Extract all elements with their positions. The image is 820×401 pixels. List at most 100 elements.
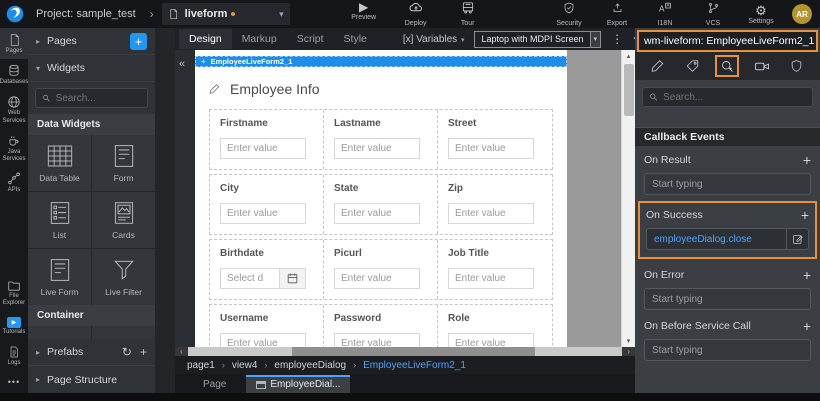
preview-button[interactable]: ▶ Preview <box>346 1 382 27</box>
widget-tile-container-stack[interactable] <box>92 326 155 339</box>
scroll-down-icon[interactable]: ▾ <box>627 335 631 347</box>
widget-tile-data-table[interactable]: Data Table <box>28 135 91 191</box>
form-field-city[interactable]: City <box>210 175 324 234</box>
breadcrumb-employeeliveform[interactable]: EmployeeLiveForm2_1 <box>363 360 466 371</box>
add-page-button[interactable]: + <box>130 33 147 50</box>
form-field-birthdate[interactable]: Birthdate <box>210 240 324 299</box>
form-field-state[interactable]: State <box>324 175 438 234</box>
rail-item-apis[interactable]: APIs <box>0 167 28 198</box>
horizontal-scrollbar[interactable]: ‹ › <box>175 347 635 356</box>
rail-item-logs[interactable]: Logs <box>0 340 28 371</box>
widgets-section-header[interactable]: ▾ Widgets <box>28 55 155 82</box>
calendar-button[interactable] <box>280 268 306 289</box>
deploy-button[interactable]: Deploy <box>398 1 434 27</box>
i18n-button[interactable]: A I18N <box>648 1 682 27</box>
tab-style[interactable]: Style <box>334 29 377 49</box>
page-structure-header[interactable]: ▸ Page Structure <box>28 366 155 393</box>
more-options-icon[interactable]: ••• <box>8 371 20 393</box>
design-canvas-page[interactable]: + EmployeeLiveForm2_1 Employee Info Firs… <box>195 50 567 347</box>
devices-tab-button[interactable] <box>750 55 774 77</box>
on-result-input[interactable] <box>644 173 811 195</box>
breadcrumb-employeedialog[interactable]: employeeDialog <box>274 360 346 371</box>
form-field-picurl[interactable]: Picurl <box>324 240 438 299</box>
events-tab-button[interactable] <box>715 55 739 77</box>
add-on-before-service-call-button[interactable]: + <box>803 319 811 333</box>
picurl-input[interactable] <box>334 268 420 289</box>
bottom-tab-employeedialog[interactable]: EmployeeDial... <box>246 375 350 393</box>
page-selector[interactable]: liveform ▾ <box>162 3 290 25</box>
add-prefab-button[interactable]: + <box>140 345 147 359</box>
add-on-result-button[interactable]: + <box>803 153 811 167</box>
add-on-success-button[interactable]: + <box>801 208 809 222</box>
tab-markup[interactable]: Markup <box>232 29 287 49</box>
widget-tile-container-grid[interactable] <box>28 326 91 339</box>
widget-tile-form[interactable]: Form <box>92 135 155 191</box>
form-field-firstname[interactable]: Firstname <box>210 110 324 169</box>
user-avatar[interactable]: AR <box>792 4 812 24</box>
settings-button[interactable]: ⚙ Settings <box>744 4 778 25</box>
prefabs-section-header[interactable]: ▸ Prefabs ↻ + <box>28 339 155 366</box>
widget-tile-list[interactable]: List <box>28 192 91 248</box>
edit-on-success-button[interactable] <box>786 229 808 249</box>
username-input[interactable] <box>220 333 306 347</box>
city-input[interactable] <box>220 203 306 224</box>
markup-tab-button[interactable] <box>646 55 670 77</box>
on-error-input[interactable] <box>644 288 811 310</box>
horizontal-scroll-thumb[interactable] <box>292 347 535 356</box>
breadcrumb-view4[interactable]: view4 <box>232 360 258 371</box>
rail-item-file-explorer[interactable]: File Explorer <box>0 274 28 311</box>
tour-button[interactable]: Tour <box>450 1 486 27</box>
scroll-right-icon[interactable]: › <box>622 347 635 356</box>
form-field-password[interactable]: Password <box>324 305 438 347</box>
selected-widget-bar[interactable]: + EmployeeLiveForm2_1 <box>195 56 567 67</box>
widget-tile-live-form[interactable]: Live Form <box>28 249 91 305</box>
form-field-username[interactable]: Username <box>210 305 324 347</box>
add-on-error-button[interactable]: + <box>803 268 811 282</box>
firstname-input[interactable] <box>220 138 306 159</box>
vertical-scrollbar[interactable]: ▴ ▾ <box>621 50 635 347</box>
form-field-lastname[interactable]: Lastname <box>324 110 438 169</box>
device-select[interactable]: Laptop with MDPI Screen ▾ <box>474 31 601 48</box>
on-before-service-call-input[interactable] <box>644 339 811 361</box>
security-tab-button[interactable] <box>785 55 809 77</box>
lastname-input[interactable] <box>334 138 420 159</box>
widget-tile-live-filter[interactable]: Live Filter <box>92 249 155 305</box>
rail-item-pages[interactable]: Pages <box>0 28 28 59</box>
refresh-prefabs-icon[interactable]: ↻ <box>122 345 132 359</box>
kebab-menu-icon[interactable]: ⋮ <box>611 32 623 46</box>
tab-design[interactable]: Design <box>179 29 232 49</box>
rail-item-java-services[interactable]: Java Services <box>0 129 28 167</box>
zip-input[interactable] <box>448 203 534 224</box>
state-input[interactable] <box>334 203 420 224</box>
canvas-drop-zone[interactable] <box>567 50 621 347</box>
bottom-tab-page[interactable]: Page <box>189 376 240 393</box>
role-input[interactable] <box>448 333 534 347</box>
rail-item-tutorials[interactable]: ▶ Tutorials <box>0 312 28 340</box>
form-field-zip[interactable]: Zip <box>438 175 552 234</box>
variables-button[interactable]: [x] Variables ▾ <box>403 34 465 45</box>
scroll-left-icon[interactable]: ‹ <box>175 347 188 356</box>
pages-section-header[interactable]: ▸ Pages + <box>28 28 155 55</box>
collapse-left-panel-icon[interactable]: « <box>179 58 185 70</box>
rail-item-web-services[interactable]: Web Services <box>0 90 28 128</box>
form-field-role[interactable]: Role <box>438 305 552 347</box>
form-field-jobtitle[interactable]: Job Title <box>438 240 552 299</box>
vcs-button[interactable]: VCS <box>696 1 730 27</box>
export-button[interactable]: Export <box>600 1 634 27</box>
tab-script[interactable]: Script <box>287 29 334 49</box>
on-success-value[interactable]: employeeDialog.close <box>646 228 809 250</box>
street-input[interactable] <box>448 138 534 159</box>
security-button[interactable]: Security <box>552 1 586 27</box>
widgets-search-input[interactable] <box>56 93 141 104</box>
birthdate-input[interactable] <box>220 268 280 289</box>
wavemaker-logo-icon[interactable] <box>0 5 30 23</box>
password-input[interactable] <box>334 333 420 347</box>
properties-search-input[interactable] <box>663 92 806 103</box>
breadcrumb-page1[interactable]: page1 <box>187 360 215 371</box>
jobtitle-input[interactable] <box>448 268 534 289</box>
rail-item-databases[interactable]: Databases <box>0 59 28 90</box>
scroll-up-icon[interactable]: ▴ <box>627 50 631 62</box>
widget-tile-cards[interactable]: Cards <box>92 192 155 248</box>
properties-tab-button[interactable] <box>681 55 705 77</box>
vertical-scroll-thumb[interactable] <box>624 64 634 116</box>
